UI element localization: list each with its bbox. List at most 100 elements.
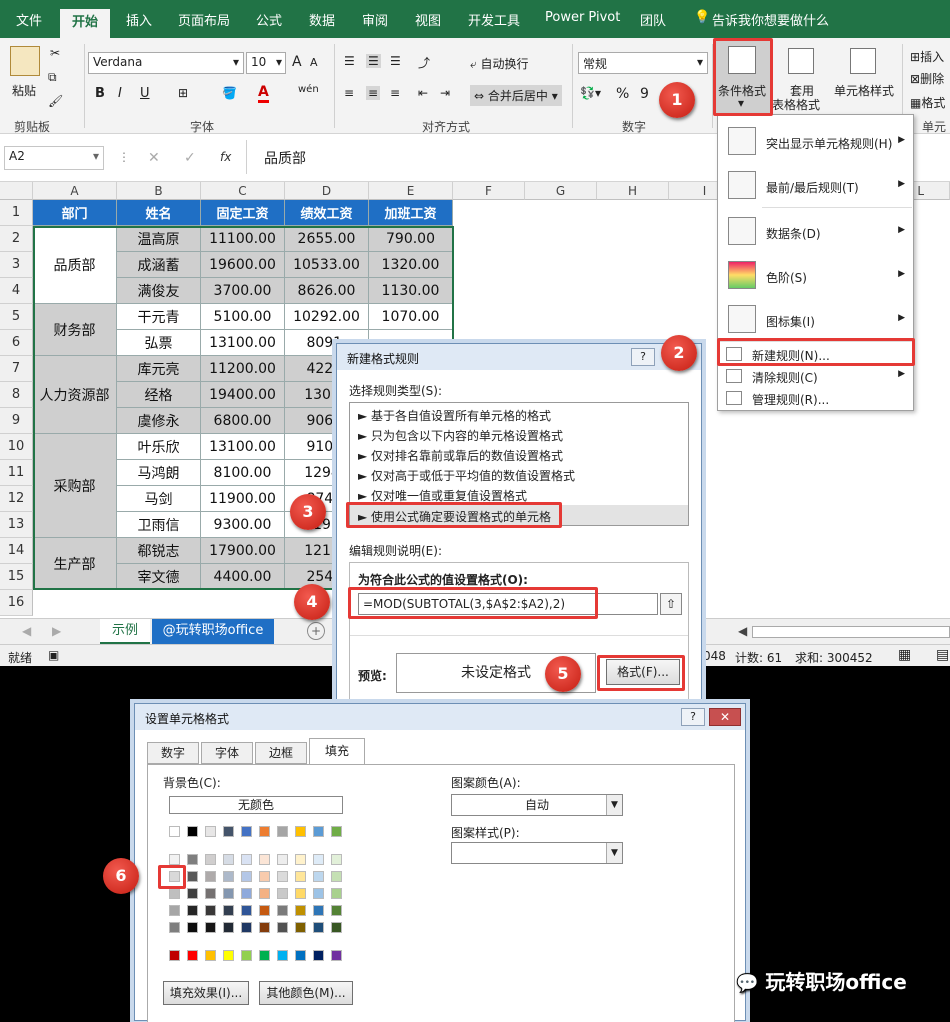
- row-header[interactable]: 16: [0, 590, 33, 616]
- color-swatch[interactable]: [313, 854, 324, 865]
- tab-number[interactable]: 数字: [147, 742, 199, 764]
- pattern-style-select[interactable]: ▼: [451, 842, 623, 864]
- cell-style-icon[interactable]: [850, 48, 876, 74]
- column-header-c[interactable]: C: [201, 182, 285, 200]
- cancel-icon[interactable]: ✕: [148, 150, 160, 166]
- sheet-tab-office[interactable]: @玩转职场office: [152, 619, 274, 644]
- table-cell[interactable]: 8100.00: [201, 460, 285, 486]
- tell-me-box[interactable]: 告诉我你想要做什么: [712, 10, 829, 29]
- table-cell[interactable]: 叶乐欣: [117, 434, 201, 460]
- rule-type-item[interactable]: ► 只为包含以下内容的单元格设置格式: [358, 427, 563, 444]
- color-swatch[interactable]: [223, 871, 234, 882]
- select-all-corner[interactable]: [0, 182, 33, 200]
- table-cell[interactable]: 8626.00: [285, 278, 369, 304]
- insert-function-button[interactable]: fx: [220, 150, 231, 164]
- color-swatch[interactable]: [313, 888, 324, 899]
- confirm-icon[interactable]: ✓: [184, 150, 196, 166]
- number-format-select[interactable]: 常规 ▾: [578, 52, 708, 74]
- department-cell[interactable]: 财务部: [33, 304, 117, 356]
- row-header[interactable]: 6: [0, 330, 33, 356]
- color-swatch[interactable]: [241, 871, 252, 882]
- font-name-select[interactable]: Verdana ▾: [88, 52, 244, 74]
- no-color-button[interactable]: 无颜色: [169, 796, 343, 814]
- menu-item-clear-rules[interactable]: 清除规则(C) ▶: [718, 365, 913, 387]
- table-cell[interactable]: 干元青: [117, 304, 201, 330]
- cell-style-button[interactable]: 单元格样式: [834, 82, 894, 99]
- column-header-d[interactable]: D: [285, 182, 369, 200]
- color-swatch[interactable]: [223, 922, 234, 933]
- align-top-icon[interactable]: ☰: [344, 54, 355, 68]
- column-header-g[interactable]: G: [525, 182, 597, 200]
- color-swatch[interactable]: [169, 950, 180, 961]
- color-swatch[interactable]: [241, 922, 252, 933]
- row-header[interactable]: 10: [0, 434, 33, 460]
- accounting-format-icon[interactable]: 💱▾: [580, 86, 601, 100]
- column-header-b[interactable]: B: [117, 182, 201, 200]
- row-header[interactable]: 2: [0, 226, 33, 252]
- italic-button[interactable]: I: [118, 86, 122, 101]
- normal-view-icon[interactable]: ▦: [898, 647, 911, 663]
- color-swatch[interactable]: [223, 854, 234, 865]
- grow-font-button[interactable]: A: [292, 54, 302, 70]
- scroll-right-icon[interactable]: ▶: [52, 624, 61, 638]
- table-cell[interactable]: 郗锐志: [117, 538, 201, 564]
- menu-item-color-scales[interactable]: 色阶(S) ▶: [718, 255, 913, 295]
- color-swatch[interactable]: [331, 922, 342, 933]
- color-swatch[interactable]: [205, 888, 216, 899]
- table-cell[interactable]: 4400.00: [201, 564, 285, 590]
- color-swatch[interactable]: [295, 871, 306, 882]
- color-swatch[interactable]: [205, 871, 216, 882]
- tab-page-layout[interactable]: 页面布局: [178, 10, 230, 29]
- tab-file[interactable]: 文件: [16, 10, 42, 29]
- close-icon[interactable]: ✕: [709, 708, 741, 726]
- add-sheet-icon[interactable]: +: [307, 622, 325, 640]
- table-header-cell[interactable]: 部门: [33, 200, 117, 226]
- table-cell[interactable]: 虞修永: [117, 408, 201, 434]
- table-cell[interactable]: 马鸿朗: [117, 460, 201, 486]
- macro-record-icon[interactable]: ▣: [48, 648, 59, 662]
- menu-item-data-bars[interactable]: 数据条(D) ▶: [718, 211, 913, 251]
- delete-cells-button[interactable]: ⊠删除: [910, 70, 944, 87]
- table-cell[interactable]: 马剑: [117, 486, 201, 512]
- collapse-dialog-icon[interactable]: ⇧: [660, 593, 682, 615]
- color-swatch[interactable]: [205, 922, 216, 933]
- color-swatch[interactable]: [205, 854, 216, 865]
- color-swatch[interactable]: [205, 950, 216, 961]
- align-left-icon[interactable]: ≡: [344, 86, 354, 100]
- color-swatch[interactable]: [313, 871, 324, 882]
- row-header[interactable]: 12: [0, 486, 33, 512]
- color-swatch[interactable]: [331, 871, 342, 882]
- table-cell[interactable]: 经格: [117, 382, 201, 408]
- table-cell[interactable]: 满俊友: [117, 278, 201, 304]
- rule-type-item[interactable]: ► 基于各自值设置所有单元格的格式: [358, 407, 551, 424]
- table-header-cell[interactable]: 姓名: [117, 200, 201, 226]
- department-cell[interactable]: 品质部: [33, 226, 117, 304]
- tab-review[interactable]: 审阅: [362, 10, 388, 29]
- table-cell[interactable]: 13100.00: [201, 330, 285, 356]
- shrink-font-button[interactable]: A: [310, 56, 318, 69]
- table-cell[interactable]: 17900.00: [201, 538, 285, 564]
- increase-indent-icon[interactable]: ⇥: [440, 86, 450, 100]
- table-header-cell[interactable]: 加班工资: [369, 200, 453, 226]
- menu-item-manage-rules[interactable]: 管理规则(R)...: [718, 387, 913, 409]
- department-cell[interactable]: 生产部: [33, 538, 117, 590]
- color-swatch[interactable]: [223, 905, 234, 916]
- tab-home[interactable]: 开始: [60, 9, 111, 40]
- color-swatch[interactable]: [187, 950, 198, 961]
- row-header[interactable]: 7: [0, 356, 33, 382]
- wrap-text-button[interactable]: ⤶ 自动换行: [470, 55, 529, 72]
- row-header[interactable]: 5: [0, 304, 33, 330]
- bold-button[interactable]: B: [95, 86, 105, 101]
- color-swatch[interactable]: [259, 871, 270, 882]
- menu-item-top-bottom-rules[interactable]: 最前/最后规则(T) ▶: [718, 165, 913, 205]
- table-cell[interactable]: 1320.00: [369, 252, 453, 278]
- tab-view[interactable]: 视图: [415, 10, 441, 29]
- table-cell[interactable]: 2655.00: [285, 226, 369, 252]
- row-header[interactable]: 1: [0, 200, 33, 226]
- color-swatch[interactable]: [223, 950, 234, 961]
- font-color-button[interactable]: A: [258, 84, 269, 103]
- tab-font[interactable]: 字体: [201, 742, 253, 764]
- row-header[interactable]: 9: [0, 408, 33, 434]
- table-cell[interactable]: 库元亮: [117, 356, 201, 382]
- color-swatch[interactable]: [169, 854, 180, 865]
